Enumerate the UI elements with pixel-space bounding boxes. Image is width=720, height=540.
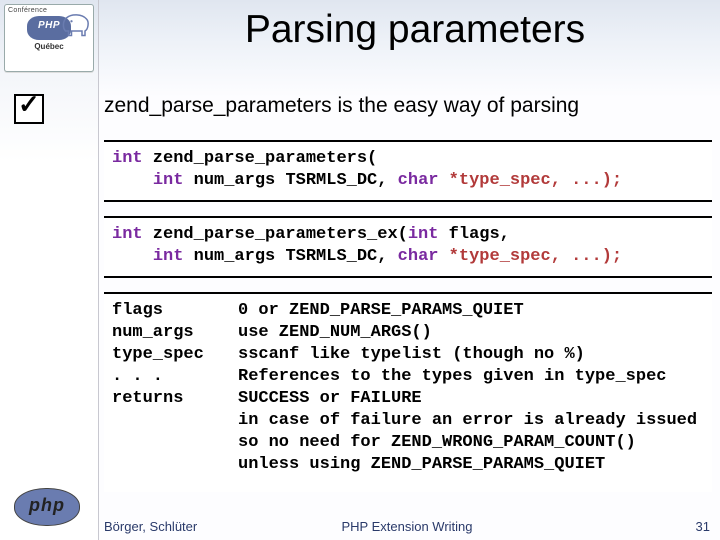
elephpant-icon xyxy=(61,11,91,39)
param-val: SUCCESS or FAILURE xyxy=(238,388,704,410)
param-val: References to the types given in type_sp… xyxy=(238,366,704,388)
code-block-2: int zend_parse_parameters_ex(int flags, … xyxy=(104,216,712,278)
bullet-text: zend_parse_parameters is the easy way of… xyxy=(104,93,712,118)
kw: int xyxy=(112,149,143,168)
slide-root: Conférence Québec Parsing parameters zen… xyxy=(0,0,720,540)
tok: zend_parse_parameters( xyxy=(143,149,378,168)
param-val: in case of failure an error is already i… xyxy=(238,410,704,432)
code-block-1: int zend_parse_parameters( int num_args … xyxy=(104,140,712,202)
footer: Börger, Schlüter PHP Extension Writing 3… xyxy=(104,519,710,534)
kw: int xyxy=(112,225,143,244)
conference-city: Québec xyxy=(5,42,93,51)
sidebar: Conférence Québec xyxy=(0,0,99,540)
checkbox-icon xyxy=(14,94,44,124)
param-key xyxy=(112,410,232,432)
footer-title: PHP Extension Writing xyxy=(104,519,710,534)
param-key: type_spec xyxy=(112,344,232,366)
tok: num_args TSRMLS_DC, xyxy=(183,171,397,190)
tok: *type_spec, ...); xyxy=(438,247,622,266)
kw: char xyxy=(398,247,439,266)
kw: int xyxy=(153,247,184,266)
param-key: flags xyxy=(112,300,232,322)
conference-logo: Conférence Québec xyxy=(4,4,94,72)
slide-title: Parsing parameters xyxy=(120,8,710,52)
param-val: use ZEND_NUM_ARGS() xyxy=(238,322,704,344)
param-key xyxy=(112,432,232,454)
tok: flags, xyxy=(438,225,509,244)
param-key: num_args xyxy=(112,322,232,344)
params-block: flags 0 or ZEND_PARSE_PARAMS_QUIET num_ar… xyxy=(104,292,712,492)
php-logo-icon xyxy=(14,488,80,526)
kw: int xyxy=(153,171,184,190)
param-val: so no need for ZEND_WRONG_PARAM_COUNT() xyxy=(238,432,704,454)
tok: num_args TSRMLS_DC, xyxy=(183,247,397,266)
param-val: sscanf like typelist (though no %) xyxy=(238,344,704,366)
param-key: . . . xyxy=(112,366,232,388)
param-val: 0 or ZEND_PARSE_PARAMS_QUIET xyxy=(238,300,704,322)
param-key: returns xyxy=(112,388,232,410)
kw: char xyxy=(398,171,439,190)
kw: int xyxy=(408,225,439,244)
param-key xyxy=(112,454,232,476)
tok: *type_spec, ...); xyxy=(438,171,622,190)
param-val: unless using ZEND_PARSE_PARAMS_QUIET xyxy=(238,454,704,476)
tok: zend_parse_parameters_ex( xyxy=(143,225,408,244)
